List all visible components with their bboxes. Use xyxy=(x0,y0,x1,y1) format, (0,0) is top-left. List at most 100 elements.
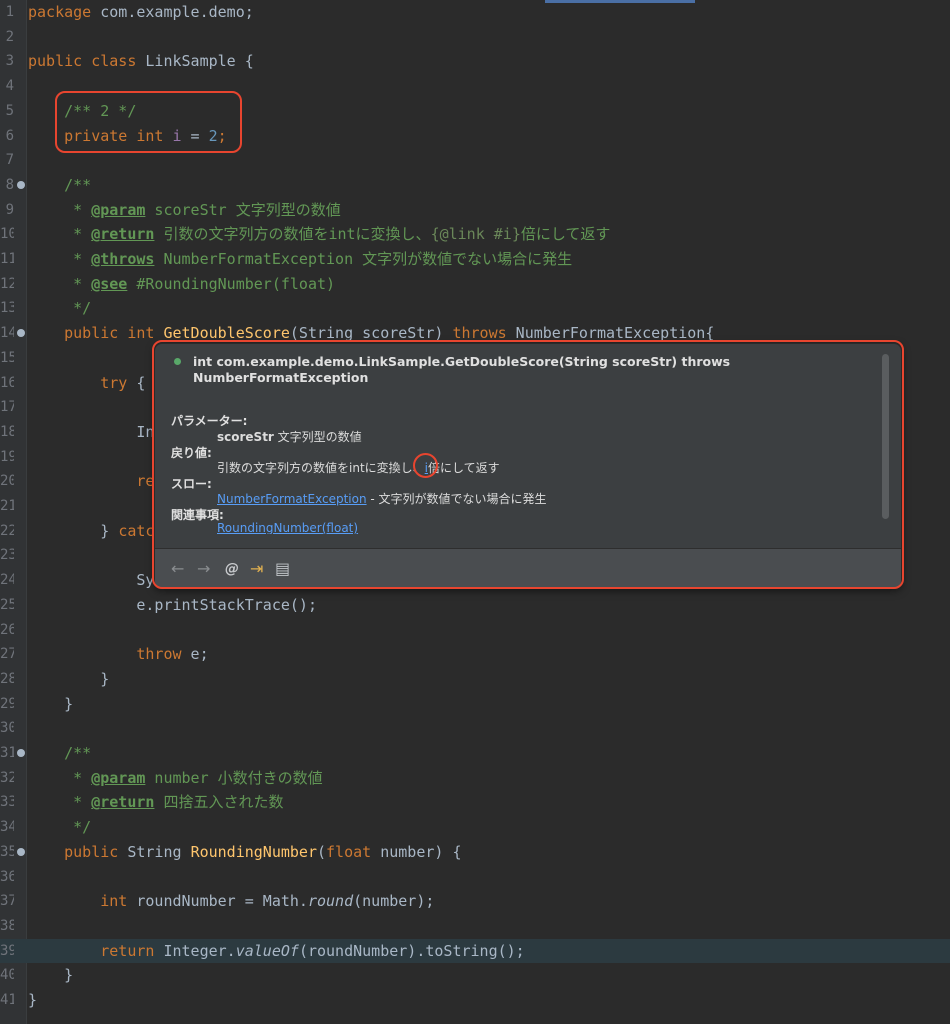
fold-marker-icon[interactable] xyxy=(17,180,25,189)
code-token: scoreStr 文字列型の数値 xyxy=(145,200,341,219)
code-token: } xyxy=(28,694,74,713)
code-text: ret xyxy=(28,469,163,494)
code-line[interactable]: 7 xyxy=(0,148,950,173)
code-line[interactable]: 3 public class LinkSample { xyxy=(0,49,950,74)
code-line[interactable]: 12 * @see #RoundingNumber(float) xyxy=(0,272,950,297)
at-icon[interactable]: @ xyxy=(225,560,239,578)
method-icon xyxy=(174,358,181,365)
code-token: { xyxy=(127,373,146,392)
fold-marker-icon[interactable] xyxy=(17,329,25,338)
code-line[interactable]: 40 } xyxy=(0,963,950,988)
line-number: 23 xyxy=(0,547,14,564)
code-token: * xyxy=(28,200,92,219)
code-token: (number); xyxy=(353,892,435,911)
throws-header: スロー: xyxy=(171,477,212,491)
fold-marker-icon[interactable] xyxy=(17,847,25,856)
line-number: 12 xyxy=(0,275,14,292)
see-header: 関連事項: xyxy=(171,508,224,522)
code-token: i xyxy=(172,126,182,145)
open-external-doc-icon[interactable]: ▤ xyxy=(275,560,290,578)
back-arrow-icon[interactable]: ← xyxy=(171,560,184,578)
code-token: Integer. xyxy=(154,941,236,960)
code-line[interactable]: 38 xyxy=(0,914,950,939)
code-token: 倍にして返す xyxy=(520,225,611,244)
line-number: 20 xyxy=(0,473,14,490)
code-line[interactable]: 10 * @return 引数の文字列方の数値をintに変換し、{@link #… xyxy=(0,222,950,247)
code-text: */ xyxy=(28,296,91,321)
code-line[interactable]: 2 xyxy=(0,25,950,50)
code-line[interactable]: 32 * @param number 小数付きの数値 xyxy=(0,766,950,791)
code-token: public class xyxy=(28,52,137,71)
code-text: /** xyxy=(28,173,91,198)
param-header: パラメーター: xyxy=(171,414,248,428)
code-line[interactable]: 34 */ xyxy=(0,815,950,840)
code-token: } xyxy=(28,966,74,985)
code-line[interactable]: 9 * @param scoreStr 文字列型の数値 xyxy=(0,198,950,223)
param-name: scoreStr xyxy=(217,430,274,444)
code-line[interactable]: 33 * @return 四捨五入された数 xyxy=(0,790,950,815)
code-token: */ xyxy=(28,299,92,318)
fold-marker-icon[interactable] xyxy=(17,749,25,757)
code-text: /** xyxy=(28,741,91,766)
code-token: valueOf xyxy=(235,941,299,960)
line-number: 25 xyxy=(0,596,14,613)
code-line[interactable]: 37 int roundNumber = Math.round(number); xyxy=(0,889,950,914)
see-link[interactable]: RoundingNumber(float) xyxy=(217,521,358,534)
line-number: 18 xyxy=(0,423,14,440)
code-line[interactable]: 5 /** 2 */ xyxy=(0,99,950,124)
popup-scrollbar[interactable] xyxy=(882,354,889,519)
code-line[interactable]: 35 public String RoundingNumber(float nu… xyxy=(0,840,950,865)
code-token: LinkSample { xyxy=(136,52,254,71)
code-token: (String scoreStr) xyxy=(289,324,453,343)
code-text: * @throws NumberFormatException 文字列が数値でな… xyxy=(28,247,572,272)
line-number: 39 xyxy=(0,942,14,959)
open-source-icon[interactable]: ⇥ xyxy=(250,560,263,578)
code-line[interactable]: 36 xyxy=(0,865,950,890)
param-row: scoreStr 文字列型の数値 xyxy=(217,428,362,445)
line-number: 17 xyxy=(0,399,14,416)
code-token: number) { xyxy=(371,842,462,861)
code-token: ret xyxy=(28,472,164,491)
line-number: 41 xyxy=(0,992,14,1008)
code-line[interactable]: 1 package com.example.demo; xyxy=(0,0,950,25)
line-number: 40 xyxy=(0,967,14,984)
code-token: } xyxy=(28,521,119,540)
line-number: 38 xyxy=(0,917,14,934)
code-token: public xyxy=(28,842,128,861)
code-line[interactable]: 29 } xyxy=(0,692,950,717)
code-text: * @param number 小数付きの数値 xyxy=(28,766,323,791)
code-line[interactable]: 39 return Integer.valueOf(roundNumber).t… xyxy=(0,938,950,964)
code-line[interactable]: 13 */ xyxy=(0,296,950,321)
return-text-before: 引数の文字列方の数値をintに変換し、 xyxy=(217,461,425,475)
code-text: package com.example.demo; xyxy=(28,0,254,25)
code-text: * @return 引数の文字列方の数値をintに変換し、{@link #i}倍… xyxy=(28,222,610,247)
code-line[interactable]: 4 xyxy=(0,74,950,99)
code-text: } xyxy=(28,963,73,988)
line-number: 36 xyxy=(0,868,14,885)
code-line[interactable]: 11 * @throws NumberFormatException 文字列が数… xyxy=(0,247,950,272)
code-line[interactable]: 25 e.printStackTrace(); xyxy=(0,593,950,618)
line-number: 2 xyxy=(5,28,14,45)
code-line[interactable]: 41} xyxy=(0,988,950,1013)
code-line[interactable]: 26 xyxy=(0,618,950,643)
line-number: 3 xyxy=(5,53,14,70)
throws-row: NumberFormatException - 文字列が数値でない場合に発生 xyxy=(217,490,547,507)
code-token: * xyxy=(28,225,92,244)
line-number: 21 xyxy=(0,498,14,514)
code-line[interactable]: 8 /** xyxy=(0,173,950,198)
code-text: } xyxy=(28,692,73,717)
code-line[interactable]: 27 throw e; xyxy=(0,642,950,667)
code-token: ; xyxy=(217,126,227,145)
code-text: } xyxy=(28,667,109,692)
code-line[interactable]: 28 } xyxy=(0,667,950,692)
code-token: RoundingNumber xyxy=(190,842,317,861)
code-token: #RoundingNumber(float) xyxy=(127,274,336,293)
code-token: /** 2 */ xyxy=(28,101,137,120)
throws-link[interactable]: NumberFormatException xyxy=(217,492,367,506)
code-text: int roundNumber = Math.round(number); xyxy=(28,889,434,914)
code-line[interactable]: 31 /** xyxy=(0,741,950,766)
code-token: int xyxy=(28,892,128,911)
forward-arrow-icon[interactable]: → xyxy=(197,560,210,578)
code-line[interactable]: 30 xyxy=(0,716,950,741)
code-line[interactable]: 6 private int i = 2; xyxy=(0,124,950,149)
